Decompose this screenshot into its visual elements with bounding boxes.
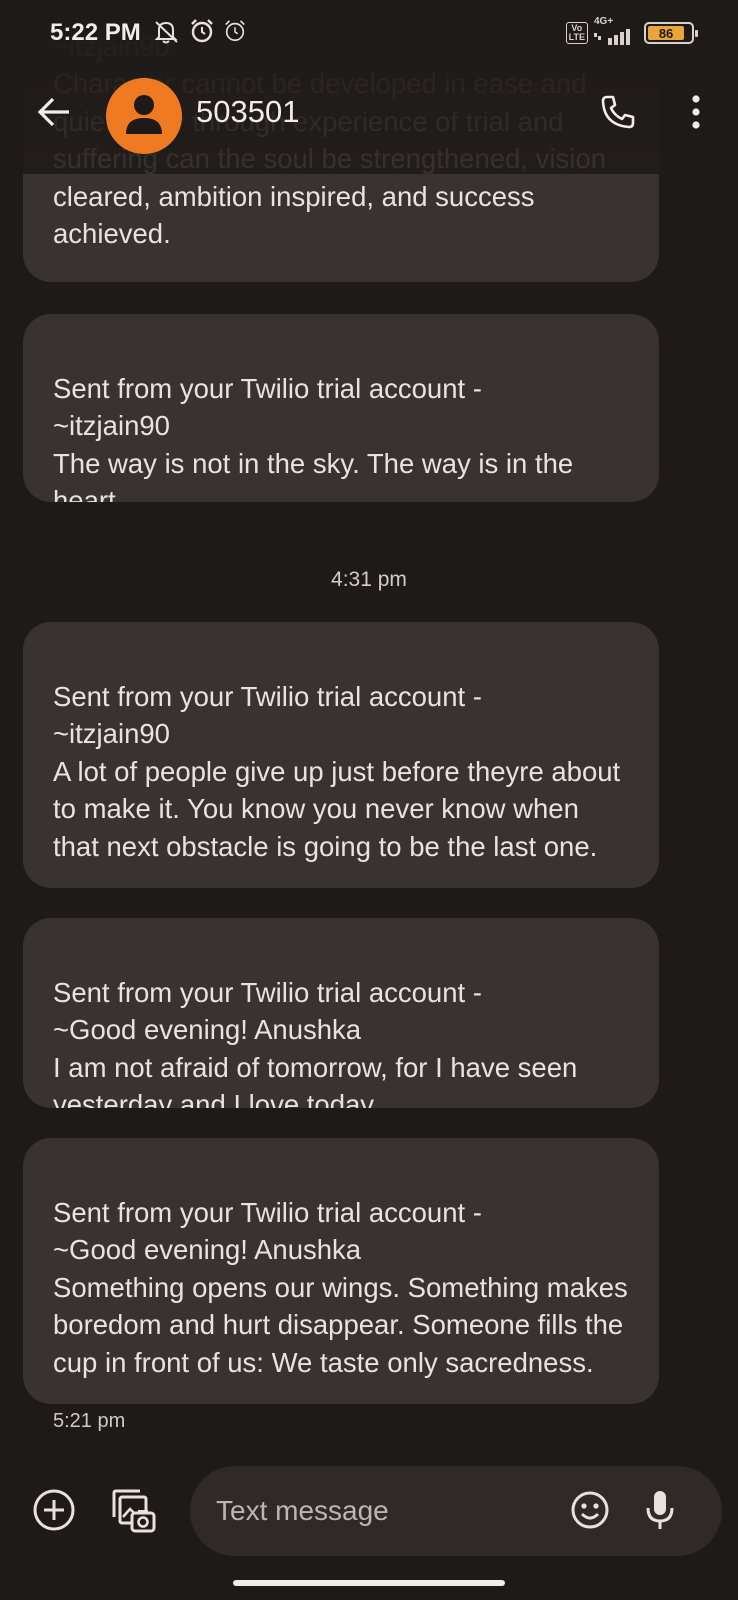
message-bubble[interactable]: Sent from your Twilio trial account - ~G… bbox=[23, 1138, 659, 1404]
network-type: 4G+ bbox=[594, 15, 614, 27]
messages-screen: ~itzjain90 Character cannot be developed… bbox=[0, 0, 738, 1600]
message-text: Sent from your Twilio trial account - ~i… bbox=[53, 372, 574, 503]
more-options-button[interactable] bbox=[678, 92, 714, 136]
gallery-button[interactable] bbox=[108, 1488, 158, 1536]
message-list[interactable]: ~itzjain90 Character cannot be developed… bbox=[0, 0, 738, 1440]
message-timestamp: 5:21 pm bbox=[53, 1410, 126, 1432]
message-bubble[interactable]: Sent from your Twilio trial account - ~i… bbox=[23, 622, 659, 888]
add-attachment-button[interactable] bbox=[32, 1488, 76, 1537]
emoji-icon bbox=[570, 1490, 610, 1535]
gallery-icon bbox=[110, 1487, 156, 1538]
message-input[interactable] bbox=[216, 1486, 546, 1536]
message-text: Sent from your Twilio trial account - ~i… bbox=[53, 680, 621, 862]
time-divider: 4:31 pm bbox=[331, 568, 407, 591]
home-indicator[interactable] bbox=[233, 1580, 505, 1586]
signal-icon bbox=[594, 27, 638, 50]
plus-circle-icon bbox=[32, 1488, 76, 1537]
message-text: Sent from your Twilio trial account - ~G… bbox=[53, 976, 578, 1109]
phone-icon bbox=[600, 94, 636, 135]
alarm-icon bbox=[189, 18, 215, 49]
status-time: 5:22 PM bbox=[50, 19, 141, 46]
back-button[interactable] bbox=[34, 94, 74, 134]
emoji-button[interactable] bbox=[568, 1490, 612, 1534]
notifications-off-icon bbox=[151, 18, 181, 49]
status-bar: 5:22 PM Vo LTE 4G+ 86 bbox=[0, 0, 738, 66]
mic-icon bbox=[645, 1489, 675, 1536]
battery-icon: 86 bbox=[644, 22, 698, 44]
call-button[interactable] bbox=[596, 92, 640, 136]
compose-bar bbox=[0, 1462, 738, 1558]
contact-name[interactable]: 503501 bbox=[196, 94, 299, 130]
message-text: Sent from your Twilio trial account - ~G… bbox=[53, 1196, 628, 1378]
avatar[interactable] bbox=[106, 78, 182, 154]
person-icon bbox=[124, 92, 164, 141]
voice-input-button[interactable] bbox=[640, 1488, 680, 1536]
message-bubble[interactable]: Sent from your Twilio trial account - ~G… bbox=[23, 918, 659, 1108]
message-bubble[interactable]: Sent from your Twilio trial account - ~i… bbox=[23, 314, 659, 502]
alarm-outline-icon bbox=[223, 19, 247, 48]
more-vertical-icon bbox=[691, 94, 701, 134]
arrow-left-icon bbox=[37, 97, 71, 132]
battery-level: 86 bbox=[648, 26, 685, 41]
volte-badge: Vo LTE bbox=[565, 22, 588, 44]
compose-field[interactable] bbox=[190, 1466, 722, 1556]
conversation-header: 503501 bbox=[0, 66, 738, 174]
